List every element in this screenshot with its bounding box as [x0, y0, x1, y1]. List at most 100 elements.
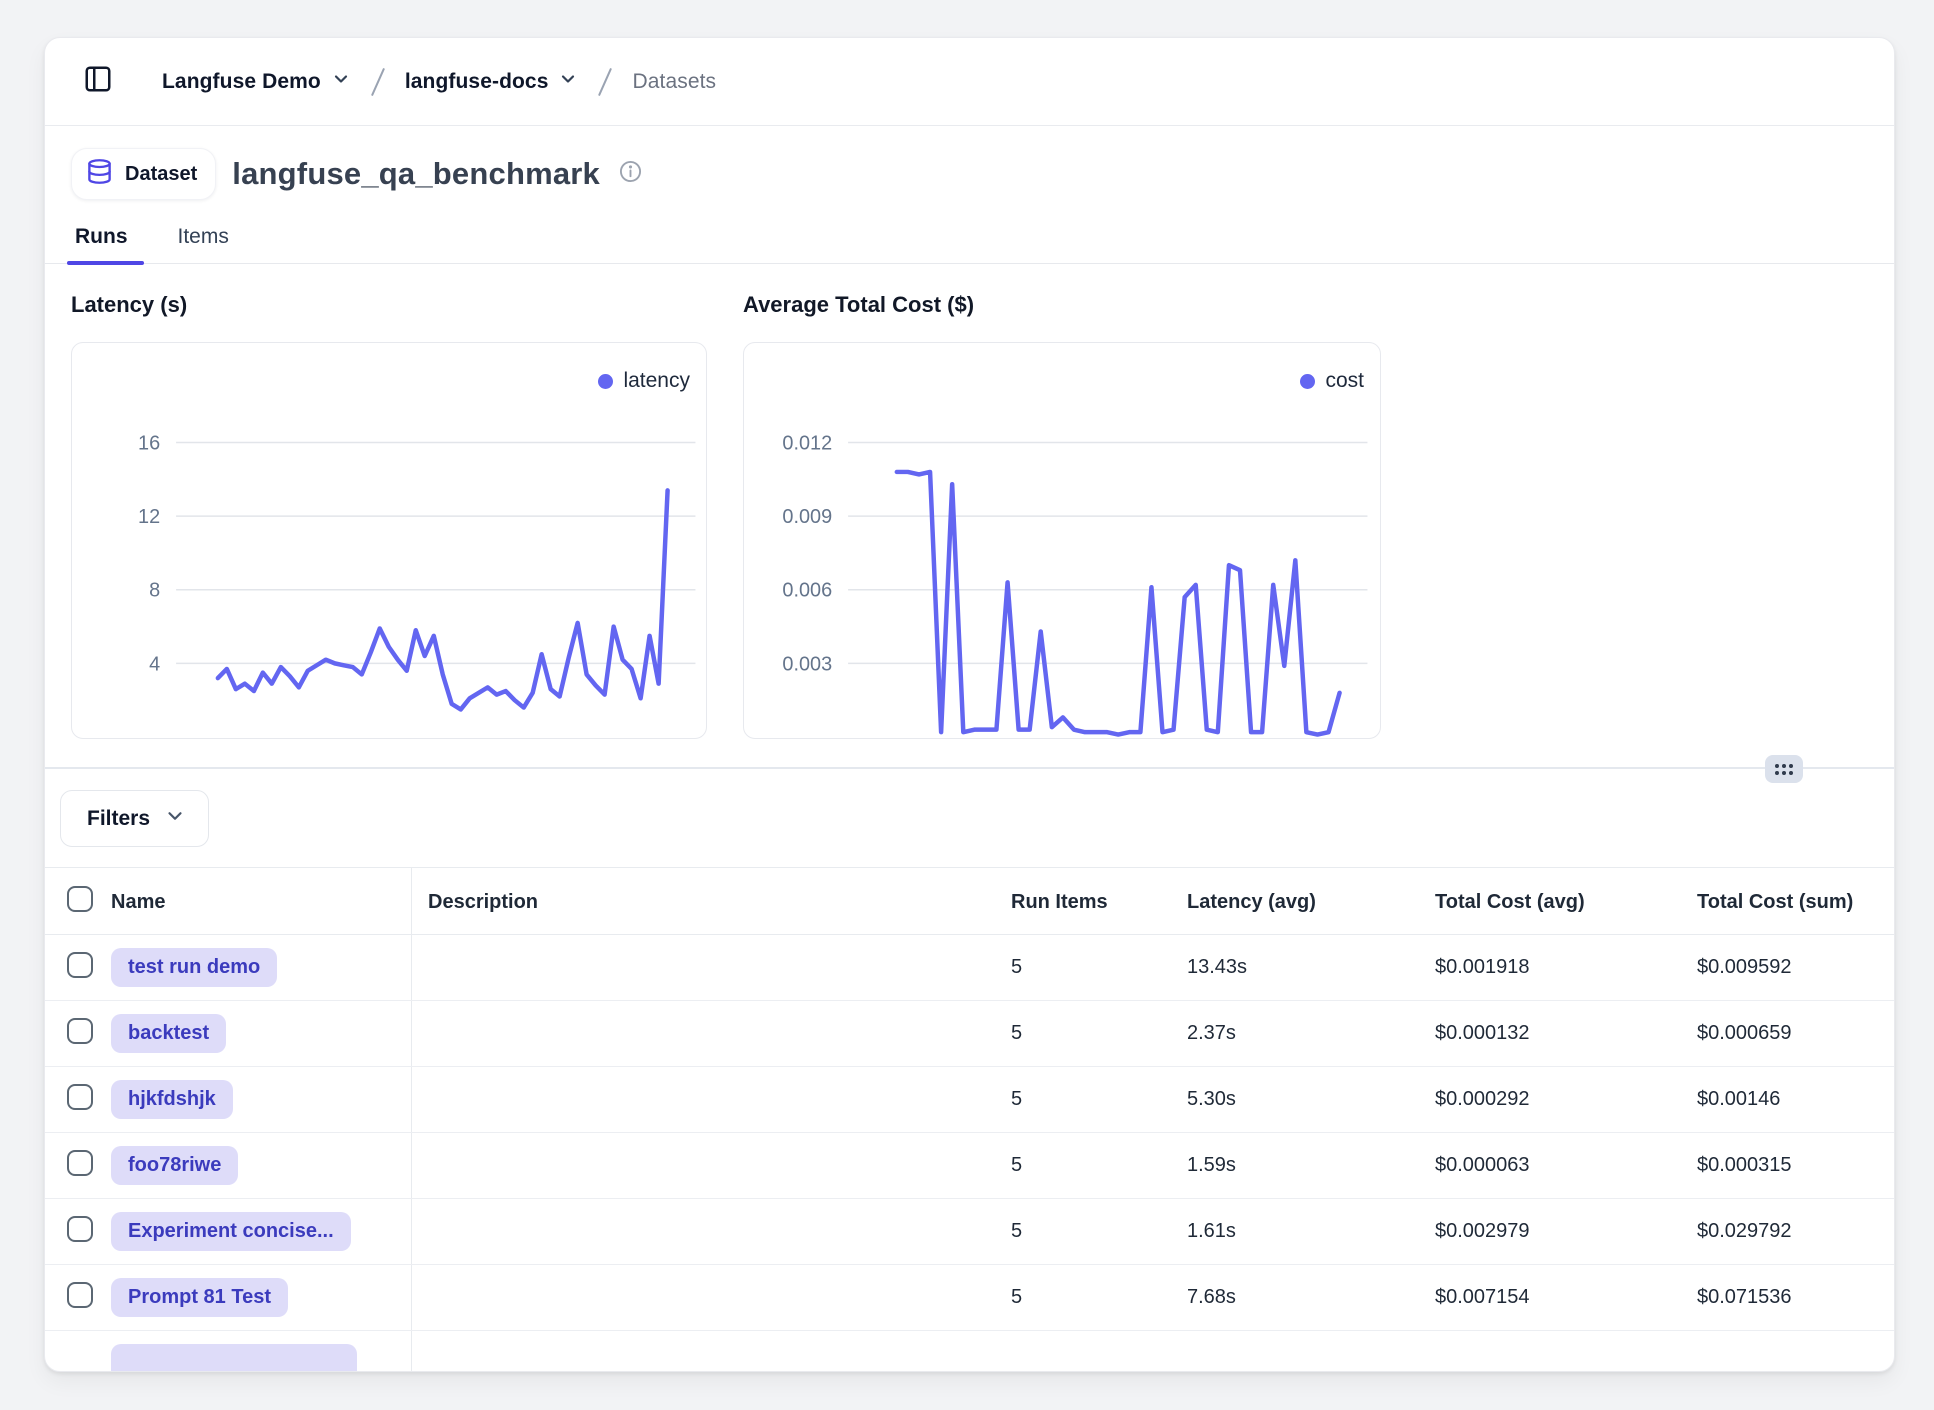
- cell-description: [411, 1067, 995, 1132]
- cell-total-cost-sum: $0.000315: [1681, 1154, 1895, 1177]
- run-name-pill[interactable]: Prompt 81 Test: [111, 1278, 288, 1317]
- svg-text:0.003: 0.003: [782, 653, 832, 675]
- svg-text:0.009: 0.009: [782, 506, 832, 528]
- dataset-header: Dataset langfuse_qa_benchmark: [45, 126, 1894, 200]
- breadcrumb-section[interactable]: Datasets: [632, 70, 716, 94]
- run-name-pill[interactable]: foo78riwe: [111, 1146, 238, 1185]
- cell-run-items: 5: [995, 1088, 1171, 1111]
- cell-total-cost-avg: $0.001918: [1419, 956, 1681, 979]
- cell-total-cost-avg: $0.002979: [1419, 1220, 1681, 1243]
- info-icon[interactable]: [618, 159, 643, 189]
- cell-latency-avg: 1.61s: [1171, 1220, 1419, 1243]
- run-name-pill[interactable]: test run demo: [111, 948, 277, 987]
- column-header-latency-avg[interactable]: Latency (avg): [1171, 891, 1419, 914]
- cost-chart-card: 0.003 0.006 0.009 0.012 cost: [743, 342, 1381, 739]
- run-name-pill[interactable]: backtest: [111, 1014, 226, 1053]
- cell-total-cost-sum: $0.071536: [1681, 1286, 1895, 1309]
- column-header-total-cost-avg[interactable]: Total Cost (avg): [1419, 891, 1681, 914]
- chevron-down-icon[interactable]: [558, 69, 578, 94]
- cell-description: [411, 1331, 995, 1372]
- cell-latency-avg: 2.37s: [1171, 1022, 1419, 1045]
- legend-label: cost: [1325, 369, 1364, 393]
- database-icon: [86, 158, 113, 190]
- cell-description: [411, 1265, 995, 1330]
- filters-button[interactable]: Filters: [60, 790, 209, 847]
- svg-text:12: 12: [138, 506, 160, 528]
- table-row: foo78riwe 51.59s$0.000063$0.000315: [45, 1133, 1895, 1199]
- legend-dot-icon: [1300, 374, 1315, 389]
- run-name-pill[interactable]: [111, 1344, 357, 1372]
- cost-chart: 0.003 0.006 0.009 0.012: [744, 343, 1380, 738]
- run-name-pill[interactable]: hjkfdshjk: [111, 1080, 233, 1119]
- cell-description: [411, 1199, 995, 1264]
- cell-run-items: 5: [995, 956, 1171, 979]
- panel-left-icon: [83, 64, 113, 99]
- cell-run-items: 5: [995, 1220, 1171, 1243]
- cell-run-items: 5: [995, 1286, 1171, 1309]
- row-checkbox[interactable]: [67, 1216, 93, 1242]
- cell-total-cost-sum: $0.00146: [1681, 1088, 1895, 1111]
- run-name-pill[interactable]: Experiment concise...: [111, 1212, 351, 1251]
- cell-total-cost-sum: $0.009592: [1681, 956, 1895, 979]
- column-header-description[interactable]: Description: [411, 868, 995, 936]
- cell-run-items: 5: [995, 1154, 1171, 1177]
- cell-latency-avg: 13.43s: [1171, 956, 1419, 979]
- cell-latency-avg: 1.59s: [1171, 1154, 1419, 1177]
- table-row: Experiment concise... 51.61s$0.002979$0.0…: [45, 1199, 1895, 1265]
- column-header-name[interactable]: Name: [111, 891, 411, 914]
- table-row: backtest 52.37s$0.000132$0.000659: [45, 1001, 1895, 1067]
- cell-total-cost-avg: $0.000132: [1419, 1022, 1681, 1045]
- cell-total-cost-avg: $0.000292: [1419, 1088, 1681, 1111]
- row-checkbox[interactable]: [67, 1084, 93, 1110]
- latency-chart-card: 4 8 12 16 latency: [71, 342, 707, 739]
- row-checkbox[interactable]: [67, 1150, 93, 1176]
- cost-legend: cost: [1300, 369, 1364, 393]
- breadcrumb-slash: [371, 67, 385, 95]
- latency-chart-title: Latency (s): [71, 292, 707, 318]
- column-header-run-items[interactable]: Run Items: [995, 891, 1171, 914]
- svg-text:4: 4: [149, 653, 160, 675]
- table-row: hjkfdshjk55.30s$0.000292$0.00146: [45, 1067, 1895, 1133]
- tab-runs[interactable]: Runs: [71, 225, 132, 263]
- cell-description: [411, 1133, 995, 1198]
- svg-text:8: 8: [149, 580, 160, 602]
- row-checkbox[interactable]: [67, 1282, 93, 1308]
- cell-run-items: 5: [995, 1022, 1171, 1045]
- sidebar-toggle-button[interactable]: [76, 60, 120, 104]
- legend-label: latency: [623, 369, 690, 393]
- svg-text:0.012: 0.012: [782, 432, 832, 454]
- table-row-partial: [45, 1331, 1895, 1372]
- charts-section: Latency (s) 481216 latency Average Total…: [45, 264, 1894, 769]
- cell-total-cost-sum: $0.000659: [1681, 1022, 1895, 1045]
- latency-chart: 4 8 12 16: [72, 343, 706, 738]
- legend-dot-icon: [598, 374, 613, 389]
- breadcrumb-org[interactable]: Langfuse Demo: [162, 70, 321, 94]
- chevron-down-icon[interactable]: [331, 69, 351, 94]
- runs-table: Name Description Run Items Latency (avg)…: [45, 867, 1895, 1372]
- table-row: Prompt 81 Test57.68s$0.007154$0.071536: [45, 1265, 1895, 1331]
- row-checkbox[interactable]: [67, 1018, 93, 1044]
- cell-description: [411, 1001, 995, 1066]
- row-checkbox[interactable]: [67, 952, 93, 978]
- column-header-total-cost-sum[interactable]: Total Cost (sum): [1681, 891, 1895, 914]
- latency-legend: latency: [598, 369, 690, 393]
- breadcrumb-slash: [598, 67, 612, 95]
- svg-text:16: 16: [138, 432, 160, 454]
- cell-total-cost-sum: $0.029792: [1681, 1220, 1895, 1243]
- tab-items[interactable]: Items: [174, 225, 233, 263]
- breadcrumb-project[interactable]: langfuse-docs: [405, 70, 549, 94]
- chevron-down-icon: [164, 805, 186, 833]
- cell-description: [411, 935, 995, 1000]
- cell-latency-avg: 7.68s: [1171, 1286, 1419, 1309]
- table-row: test run demo 513.43s$0.001918$0.009592: [45, 935, 1895, 1001]
- filters-button-label: Filters: [87, 807, 150, 831]
- latency-chart-block: Latency (s) 4 8 12 16 latency: [71, 292, 707, 739]
- table-body: test run demo513.43s$0.001918$0.009592ba…: [45, 935, 1895, 1372]
- svg-text:0.006: 0.006: [782, 580, 832, 602]
- cell-total-cost-avg: $0.000063: [1419, 1154, 1681, 1177]
- layout-drag-handle-button[interactable]: [1765, 755, 1803, 783]
- page-title: langfuse_qa_benchmark: [232, 156, 600, 192]
- dataset-badge: Dataset: [71, 148, 216, 200]
- tab-bar: Runs Items: [45, 218, 1894, 264]
- select-all-checkbox[interactable]: [67, 886, 93, 912]
